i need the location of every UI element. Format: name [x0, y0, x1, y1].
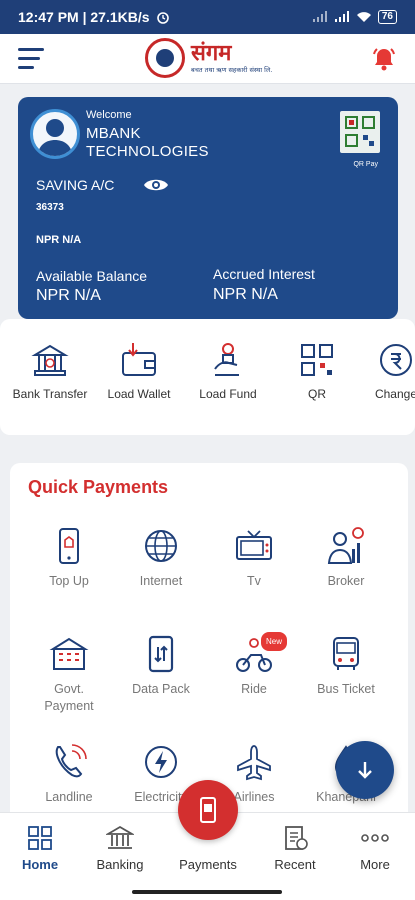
quick-payment-tv[interactable]: Tv	[209, 527, 299, 590]
change-button[interactable]: Change	[352, 341, 415, 401]
avatar[interactable]	[30, 109, 80, 159]
load-fund-button[interactable]: Load Fund	[184, 341, 272, 401]
tv-icon	[236, 530, 272, 560]
home-icon	[28, 826, 52, 850]
logo-emblem-icon	[145, 38, 185, 78]
notification-bell-icon[interactable]	[371, 46, 397, 72]
status-bar: 12:47 PM | 27.1KB/s 76	[0, 0, 415, 34]
quick-payment-bus-ticket[interactable]: Bus Ticket	[301, 635, 391, 698]
quick-payment-top-up[interactable]: Top Up	[24, 527, 114, 590]
receipt-icon	[285, 826, 308, 850]
government-icon	[49, 637, 89, 670]
bank-icon	[106, 825, 134, 849]
accrued-interest-label: Accrued Interest	[213, 266, 315, 282]
quick-payment-broker[interactable]: Broker	[301, 527, 391, 590]
airplane-icon	[237, 745, 271, 781]
action-label: Bank Transfer	[12, 387, 88, 401]
quick-payment-ride[interactable]: New Ride	[209, 632, 299, 698]
payments-label: Payments	[179, 857, 237, 872]
account-number: 36373	[36, 202, 64, 213]
nav-more[interactable]: More	[335, 825, 415, 872]
nav-home[interactable]: Home	[0, 825, 80, 872]
quick-payment-internet[interactable]: Internet	[116, 527, 206, 590]
menu-icon[interactable]	[18, 48, 44, 70]
app-bar: संगम बचत तथा ऋण सहकारी संस्था लि.	[0, 34, 415, 84]
signal-icon	[312, 11, 327, 22]
payment-phone-icon	[200, 797, 216, 823]
broker-icon	[327, 527, 364, 564]
logo: संगम बचत तथा ऋण सहकारी संस्था लि.	[145, 38, 272, 78]
action-label: QR	[308, 387, 326, 401]
electricity-icon	[145, 746, 177, 778]
alarm-icon	[156, 12, 169, 24]
wifi-icon	[356, 12, 371, 22]
fund-icon	[214, 343, 239, 376]
quick-payment-govt-payment[interactable]: Govt. Payment	[24, 635, 114, 715]
qr-pay-label: QR Pay	[353, 161, 378, 168]
bank-icon	[31, 344, 69, 376]
new-badge: New	[261, 632, 288, 651]
arrow-down-icon	[358, 762, 372, 779]
qr-icon	[301, 344, 333, 376]
account-name: MBANK TECHNOLOGIES	[86, 125, 286, 161]
logo-name: संगम	[191, 40, 232, 66]
qr-button[interactable]: QR	[273, 341, 361, 401]
load-wallet-button[interactable]: Load Wallet	[95, 341, 183, 401]
account-balance-short: NPR N/A	[36, 234, 82, 246]
battery-indicator: 76	[377, 10, 397, 24]
account-name-line2: TECHNOLOGIES	[86, 143, 209, 160]
actions-row: Bank Transfer Load Wallet Load Fund QR C…	[0, 319, 415, 435]
wallet-icon	[122, 343, 156, 376]
nav-recent[interactable]: Recent	[255, 825, 335, 872]
bank-transfer-button[interactable]: Bank Transfer	[6, 341, 94, 401]
quick-payment-landline[interactable]: Landline	[24, 743, 114, 806]
more-icon	[361, 834, 389, 842]
account-name-line1: MBANK	[86, 125, 141, 142]
globe-icon	[145, 530, 177, 562]
action-label: Change	[374, 387, 415, 401]
status-time: 12:47 PM | 27.1KB/s	[18, 9, 150, 25]
signal-icon	[334, 11, 349, 22]
accrued-interest-value: NPR N/A	[213, 286, 278, 303]
action-label: Load Fund	[199, 387, 257, 401]
account-card: Welcome MBANK TECHNOLOGIES QR Pay SAVING…	[18, 97, 398, 319]
account-type: SAVING A/C	[36, 177, 115, 193]
quick-payment-data-pack[interactable]: Data Pack	[116, 635, 206, 698]
phone-icon	[55, 744, 87, 778]
gesture-bar	[0, 884, 415, 900]
payments-button[interactable]	[178, 780, 238, 840]
change-icon	[380, 344, 412, 376]
available-balance-value: NPR N/A	[36, 287, 101, 304]
available-balance-label: Available Balance	[36, 268, 148, 284]
welcome-text: Welcome	[86, 109, 132, 121]
data-pack-icon	[148, 635, 174, 673]
quick-payments-title: Quick Payments	[28, 477, 169, 497]
mobile-icon	[59, 528, 79, 564]
qr-code-icon	[345, 116, 375, 147]
scroll-down-button[interactable]	[336, 741, 394, 799]
bus-icon	[333, 637, 359, 670]
logo-subtitle: बचत तथा ऋण सहकारी संस्था लि.	[191, 65, 273, 74]
nav-banking[interactable]: Banking	[80, 825, 160, 872]
eye-icon[interactable]	[143, 176, 169, 194]
action-label: Load Wallet	[107, 387, 171, 401]
qr-pay-button[interactable]	[340, 111, 380, 153]
